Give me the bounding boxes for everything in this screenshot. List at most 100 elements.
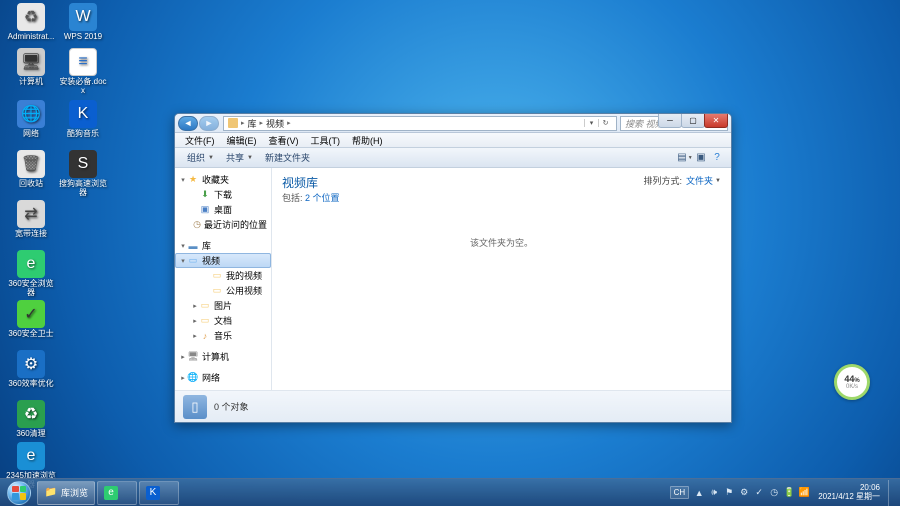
icon-label: 计算机 bbox=[6, 78, 56, 87]
tree-node[interactable]: ▾★收藏夹 bbox=[175, 172, 271, 187]
perf-gauge[interactable]: 44% 0K/s bbox=[834, 364, 870, 400]
folder-icon: ▭ bbox=[187, 255, 199, 266]
address-bar[interactable]: ▸ 库 ▸ 视频 ▸ ▾ ↻ bbox=[223, 116, 617, 131]
preview-pane-button[interactable]: ▣ bbox=[693, 150, 709, 166]
folder-icon: ★ bbox=[187, 174, 199, 185]
icon-label: 360效率优化 bbox=[6, 380, 56, 389]
start-button[interactable] bbox=[2, 480, 36, 506]
folder-icon: ◷ bbox=[193, 219, 201, 230]
maximize-button[interactable]: ▢ bbox=[681, 114, 705, 128]
tree-node[interactable]: ⬇下载 bbox=[175, 187, 271, 202]
close-button[interactable]: ✕ bbox=[704, 114, 728, 128]
tree-node[interactable]: ▭我的视频 bbox=[175, 268, 271, 283]
folder-icon: ▣ bbox=[199, 204, 211, 215]
app-icon: S bbox=[69, 150, 97, 178]
app-icon: ♻ bbox=[17, 3, 45, 31]
taskbar-task[interactable]: K bbox=[139, 481, 179, 505]
icon-label: 360安全卫士 bbox=[6, 330, 56, 339]
breadcrumb-item[interactable]: 视频 bbox=[263, 117, 287, 130]
tree-label: 库 bbox=[202, 239, 211, 252]
desktop-icon[interactable]: 🗑回收站 bbox=[6, 150, 56, 189]
menu-item[interactable]: 帮助(H) bbox=[346, 133, 389, 148]
app-icon: 🌐 bbox=[17, 100, 45, 128]
desktop-icon[interactable]: ✓360安全卫士 bbox=[6, 300, 56, 339]
desktop-icon[interactable]: 🖥计算机 bbox=[6, 48, 56, 87]
folder-icon: 🌐 bbox=[187, 372, 199, 383]
icon-label: 宽带连接 bbox=[6, 230, 56, 239]
location-icon bbox=[228, 118, 238, 128]
icon-label: 360安全浏览器 bbox=[6, 280, 56, 298]
tree-node[interactable]: ▾▬库 bbox=[175, 238, 271, 253]
desktop-icon[interactable]: 🌐 网络 bbox=[6, 100, 56, 139]
folder-icon: ⬇ bbox=[199, 189, 211, 200]
tree-node[interactable]: ▸🌐网络 bbox=[175, 370, 271, 385]
tray-icon[interactable]: ⚑ bbox=[723, 487, 735, 499]
tree-node[interactable]: ▸🖥计算机 bbox=[175, 349, 271, 364]
tree-label: 网络 bbox=[202, 371, 220, 384]
tree-label: 下载 bbox=[214, 188, 232, 201]
clock[interactable]: 20:06 2021/4/12 星期一 bbox=[814, 484, 884, 502]
desktop-icon[interactable]: S搜狗高速浏览器 bbox=[58, 150, 108, 198]
tray-icon[interactable]: ▲ bbox=[693, 487, 705, 499]
forward-button[interactable]: ► bbox=[199, 116, 219, 131]
menu-item[interactable]: 文件(F) bbox=[179, 133, 221, 148]
icon-label: 网络 bbox=[6, 130, 56, 139]
tree-label: 文档 bbox=[214, 314, 232, 327]
arrange-dropdown[interactable]: 文件夹▼ bbox=[686, 174, 721, 187]
tree-node[interactable]: ▭公用视频 bbox=[175, 283, 271, 298]
tree-node[interactable]: ◷最近访问的位置 bbox=[175, 217, 271, 232]
desktop-icon[interactable]: ♻360清理 bbox=[6, 400, 56, 439]
tree-label: 收藏夹 bbox=[202, 173, 229, 186]
menu-item[interactable]: 查看(V) bbox=[263, 133, 305, 148]
back-button[interactable]: ◄ bbox=[178, 116, 198, 131]
show-desktop-button[interactable] bbox=[888, 480, 896, 506]
desktop-icon[interactable]: ⇄宽带连接 bbox=[6, 200, 56, 239]
empty-message: 该文件夹为空。 bbox=[272, 208, 731, 390]
tree-label: 公用视频 bbox=[226, 284, 262, 297]
status-bar: ▯ 0 个对象 bbox=[175, 390, 731, 422]
tree-label: 最近访问的位置 bbox=[204, 218, 267, 231]
refresh-button[interactable]: ↻ bbox=[598, 119, 612, 127]
app-icon: ♻ bbox=[17, 400, 45, 428]
taskbar-task[interactable]: e bbox=[97, 481, 137, 505]
desktop-icon[interactable]: ≡安装必备.docx bbox=[58, 48, 108, 96]
desktop-icon[interactable]: e 360安全浏览器 bbox=[6, 250, 56, 298]
tree-node[interactable]: ▸▭文档 bbox=[175, 313, 271, 328]
app-icon: e bbox=[17, 250, 45, 278]
tree-node[interactable]: ▾▭视频 bbox=[175, 253, 271, 268]
folder-icon: ♪ bbox=[199, 330, 211, 341]
view-mode-button[interactable]: ▤▼ bbox=[677, 150, 693, 166]
desktop-icon[interactable]: ⚙ 360效率优化 bbox=[6, 350, 56, 389]
lang-indicator[interactable]: CH bbox=[670, 486, 690, 499]
tray-icon[interactable]: ⚙ bbox=[738, 487, 750, 499]
desktop-icon[interactable]: WWPS 2019 bbox=[58, 3, 108, 42]
menu-item[interactable]: 编辑(E) bbox=[221, 133, 263, 148]
folder-icon: ▭ bbox=[211, 285, 223, 296]
desktop-icon[interactable]: K酷狗音乐 bbox=[58, 100, 108, 139]
tray-icon[interactable]: 🔋 bbox=[783, 487, 795, 499]
folder-icon: ▭ bbox=[211, 270, 223, 281]
taskbar-task[interactable]: 📁库浏览 bbox=[37, 481, 95, 505]
status-text: 0 个对象 bbox=[214, 400, 249, 413]
tray-icon[interactable]: 🕪 bbox=[708, 487, 720, 499]
minimize-button[interactable]: ─ bbox=[658, 114, 682, 128]
tree-node[interactable]: ▣桌面 bbox=[175, 202, 271, 217]
share-button[interactable]: 共享▼ bbox=[220, 149, 259, 166]
new-folder-button[interactable]: 新建文件夹 bbox=[259, 149, 316, 166]
menu-item[interactable]: 工具(T) bbox=[305, 133, 347, 148]
desktop-icon[interactable]: ♻Administrat... bbox=[6, 3, 56, 42]
task-icon: K bbox=[146, 486, 160, 500]
organize-button[interactable]: 组织▼ bbox=[181, 149, 220, 166]
tray-icon[interactable]: ✓ bbox=[753, 487, 765, 499]
app-icon: ⚙ bbox=[17, 350, 45, 378]
folder-icon: ▬ bbox=[187, 240, 199, 251]
icon-label: 回收站 bbox=[6, 180, 56, 189]
tray-icon[interactable]: 📶 bbox=[798, 487, 810, 499]
tree-node[interactable]: ▸▭图片 bbox=[175, 298, 271, 313]
breadcrumb-item[interactable]: 库 bbox=[245, 117, 260, 130]
help-button[interactable]: ? bbox=[709, 150, 725, 166]
tray-icon[interactable]: ◷ bbox=[768, 487, 780, 499]
tree-node[interactable]: ▸♪音乐 bbox=[175, 328, 271, 343]
address-dropdown[interactable]: ▾ bbox=[584, 119, 598, 127]
library-locations-link[interactable]: 2 个位置 bbox=[305, 193, 340, 203]
